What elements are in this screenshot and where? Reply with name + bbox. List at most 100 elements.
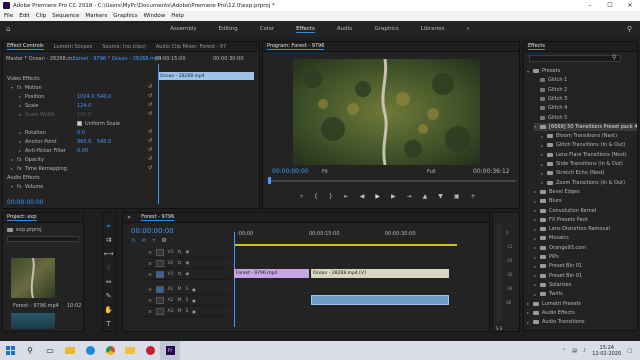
type-tool-icon[interactable]: T [103, 318, 114, 329]
tab-project[interactable]: Project: exp [7, 214, 37, 221]
track-target-toggle[interactable] [155, 248, 164, 256]
workspace-color[interactable]: Color [260, 26, 274, 32]
step-back-icon[interactable]: ◀ [360, 193, 365, 200]
anchor-y-value[interactable]: 540.0 [97, 137, 111, 146]
marker-icon[interactable]: ▿ [300, 193, 303, 200]
menu-help[interactable]: Help [171, 13, 184, 19]
microphone-icon[interactable]: ● [192, 287, 196, 292]
effects-item[interactable]: ▾ [6669] 50 Transitions Preset pack 4 [534, 122, 638, 131]
add-marker-icon[interactable]: ▿ [152, 237, 155, 244]
workspace-editing[interactable]: Editing [219, 26, 238, 32]
effects-item[interactable]: ▾ Presets [527, 67, 560, 75]
effects-item[interactable]: ▸ Stretch Echo (Nest) [541, 169, 605, 177]
notifications-icon[interactable]: □ [627, 348, 632, 354]
tab-sequence[interactable]: Forest - 9796 [141, 214, 175, 221]
menu-markers[interactable]: Markers [85, 13, 107, 19]
lift-icon[interactable]: ▲ [423, 193, 428, 200]
fit-dropdown[interactable]: Fit [322, 167, 328, 176]
effects-item[interactable]: ▸ Lens Distortion Removal [534, 225, 610, 233]
slip-tool-icon[interactable]: ↔ [103, 276, 114, 287]
prop-position[interactable]: ▸ Position [19, 92, 44, 101]
maximize-button[interactable]: ☐ [600, 0, 620, 11]
timeline-playhead[interactable] [234, 232, 235, 327]
effects-search-input[interactable] [529, 55, 621, 62]
workspace-libraries[interactable]: Libraries [421, 26, 445, 32]
razor-tool-icon[interactable]: ♢ [103, 262, 114, 273]
menu-sequence[interactable]: Sequence [52, 13, 79, 19]
network-icon[interactable]: ▤ [572, 348, 577, 354]
media-player-icon[interactable] [140, 341, 160, 360]
effects-item[interactable]: ▸ Twirls [534, 290, 563, 298]
clip-ocean-video[interactable]: Ocean - 28268.mp4 [V] [311, 269, 449, 278]
workspace-graphics[interactable]: Graphics [374, 26, 398, 32]
effects-item[interactable]: Glitch 3 [534, 95, 567, 103]
tab-lumetri-scopes[interactable]: Lumetri Scopes [54, 44, 93, 50]
effects-item[interactable]: ▸ Audio Effects [527, 309, 575, 317]
home-icon[interactable]: ⌂ [6, 25, 10, 33]
microphone-icon[interactable]: ● [192, 309, 196, 314]
track-header[interactable]: ☰ V1 ⇆ ◉ [145, 269, 230, 280]
menu-file[interactable]: File [4, 13, 13, 19]
menu-edit[interactable]: Edit [19, 13, 30, 19]
lock-icon[interactable]: ☰ [148, 298, 152, 303]
step-forward-icon[interactable]: ▶ [391, 193, 396, 200]
lock-icon[interactable]: ☰ [148, 272, 152, 277]
menu-graphics[interactable]: Graphics [113, 13, 137, 19]
prop-opacity[interactable]: ▸ fx Opacity [11, 155, 44, 164]
solo-button[interactable]: S [185, 298, 188, 303]
lock-icon[interactable]: ☰ [148, 250, 152, 255]
folder-icon[interactable] [120, 341, 140, 360]
program-video-frame[interactable] [293, 59, 480, 165]
track-target-toggle[interactable] [155, 307, 164, 315]
edge-icon[interactable] [80, 341, 100, 360]
go-to-out-icon[interactable]: ⇥ [407, 193, 412, 200]
program-playhead[interactable] [268, 177, 271, 184]
position-y-value[interactable]: 540.0 [97, 92, 111, 101]
workspace-audio[interactable]: Audio [337, 26, 353, 32]
more-workspaces-icon[interactable]: » [467, 26, 470, 32]
pen-tool-icon[interactable]: ✎ [103, 290, 114, 301]
program-scrub-bar[interactable] [268, 180, 516, 182]
export-frame-icon[interactable]: ▣ [454, 193, 460, 200]
sync-lock-icon[interactable]: ⇆ [178, 250, 182, 255]
solo-button[interactable]: S [185, 287, 188, 292]
track-target-toggle[interactable] [155, 296, 164, 304]
eye-icon[interactable]: ◉ [185, 250, 189, 255]
ripple-edit-icon[interactable]: ⟷ [103, 248, 114, 259]
effects-item[interactable]: ▸ Bloom Transitions (Nest) [541, 132, 617, 140]
effects-item[interactable]: Glitch 4 [534, 104, 567, 112]
play-icon[interactable]: ▶ [375, 193, 380, 200]
anti-flicker-value[interactable]: 0.00 [77, 146, 88, 155]
mark-in-icon[interactable]: { [314, 193, 318, 200]
ec-timecode[interactable]: 00:00:00:00 [7, 198, 44, 207]
track-header[interactable]: ☰ V2 ⇆ ◉ [145, 258, 230, 269]
mark-out-icon[interactable]: } [329, 193, 333, 200]
effects-item[interactable]: ▸ Slide Transitions (In & Out) [541, 160, 623, 168]
meter-solo-buttons[interactable]: S S [496, 326, 502, 331]
effects-item[interactable]: ▸ Solarizes [534, 281, 571, 289]
effects-item[interactable]: ▸ FX Presets Pack [534, 216, 588, 224]
anchor-x-value[interactable]: 960.0 [77, 137, 91, 146]
position-x-value[interactable]: 1024.0 [77, 92, 95, 101]
effects-item[interactable]: ▸ Zoom Transitions (In & Out) [541, 179, 625, 187]
wrench-icon[interactable]: ⚙ [161, 237, 166, 244]
tab-audio-clip-mixer[interactable]: Audio Clip Mixer: Forest - 97 [156, 44, 226, 50]
minimize-button[interactable]: – [580, 0, 600, 11]
chrome-icon[interactable] [100, 341, 120, 360]
scale-width-value[interactable]: 100.0 [77, 110, 91, 119]
workspace-assembly[interactable]: Assembly [170, 26, 197, 32]
microphone-icon[interactable]: ● [192, 298, 196, 303]
effects-item[interactable]: ▸ Preset Bin 01 [534, 272, 582, 280]
sync-lock-icon[interactable]: ⇆ [178, 272, 182, 277]
tab-effects[interactable]: Effects [528, 43, 545, 50]
track-target-toggle[interactable] [155, 259, 164, 267]
sync-lock-icon[interactable]: ⇆ [178, 261, 182, 266]
prop-anchor-point[interactable]: ▸ Anchor Point [19, 137, 57, 146]
lock-icon[interactable]: ☰ [148, 309, 152, 314]
go-to-in-icon[interactable]: ⇤ [344, 193, 349, 200]
ec-clip-bar[interactable]: Ocean - 28268.mp4 [158, 72, 254, 80]
prop-motion[interactable]: ▾ fx Motion [11, 83, 42, 92]
search-icon[interactable]: ⚲ [20, 341, 40, 360]
hand-tool-icon[interactable]: ✋ [103, 304, 114, 315]
menu-window[interactable]: Window [144, 13, 166, 19]
